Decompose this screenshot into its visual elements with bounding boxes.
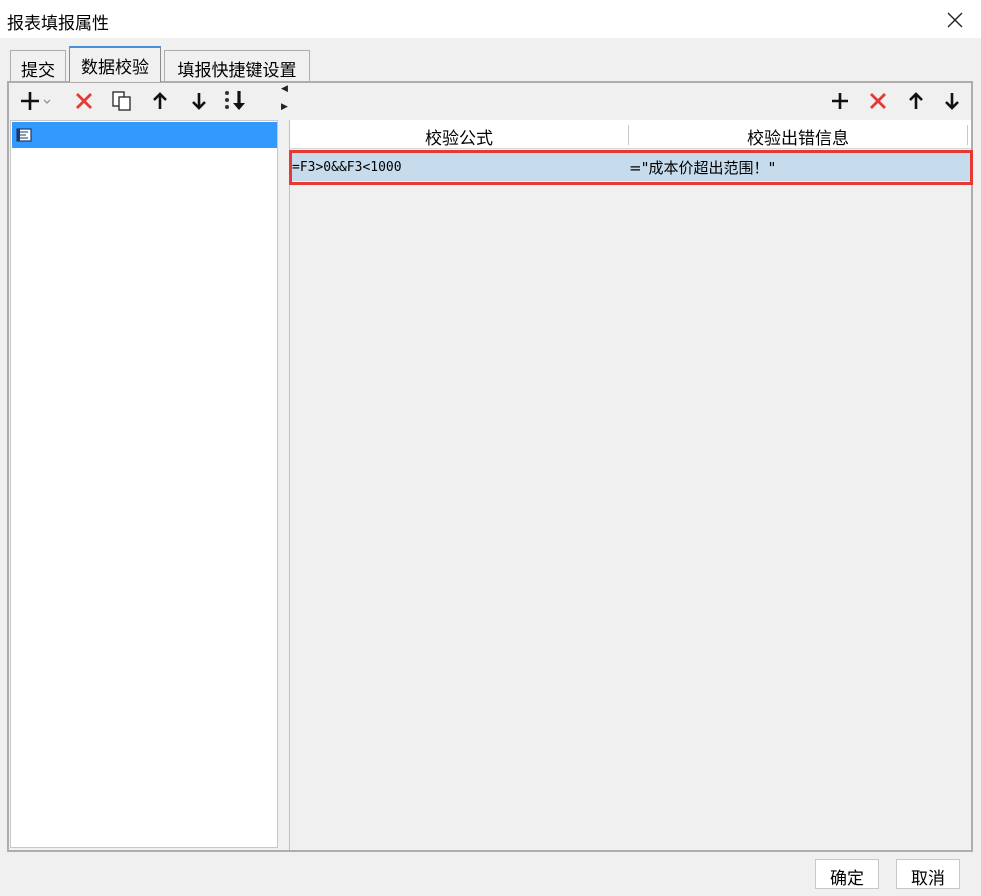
validation-table: 校验公式 校验出错信息 =F3>0&&F3<1000 ="成本价超出范围！" [289,120,971,850]
move-up-icon[interactable] [146,86,174,116]
add-dropdown-icon[interactable] [18,86,54,116]
tab-label: 数据校验 [81,58,149,78]
column-header-error-message[interactable]: 校验出错信息 [629,124,967,149]
title-bar: 报表填报属性 [0,0,981,38]
tab-data-validation[interactable]: 数据校验 [69,46,161,82]
validation-group-list[interactable] [10,120,278,848]
column-header-formula[interactable]: 校验公式 [290,124,628,149]
move-down-icon[interactable] [938,86,966,116]
tab-shortcut-settings[interactable]: 填报快捷键设置 [164,50,310,82]
ok-button-label: 确定 [830,869,864,889]
table-header: 校验公式 校验出错信息 [290,120,971,149]
delete-icon[interactable] [70,86,98,116]
window-title: 报表填报属性 [7,14,109,34]
move-up-icon[interactable] [902,86,930,116]
expand-right-icon[interactable]: ▶ [281,102,288,112]
right-toolbar [820,86,970,118]
panel-splitter[interactable]: ◀ ▶ [279,84,289,850]
ok-button[interactable]: 确定 [815,859,879,889]
move-down-icon[interactable] [185,86,213,116]
table-empty-area[interactable] [290,184,971,848]
left-toolbar [12,86,274,118]
document-icon [16,127,32,142]
tab-label: 提交 [21,61,55,81]
close-icon[interactable] [943,8,967,32]
collapse-left-icon[interactable]: ◀ [281,84,288,94]
move-bottom-icon[interactable] [222,86,250,116]
cancel-button-label: 取消 [911,869,945,889]
tab-submit[interactable]: 提交 [10,50,66,82]
list-item[interactable] [12,122,277,148]
highlight-box [289,150,973,185]
cancel-button[interactable]: 取消 [896,859,960,889]
column-divider[interactable] [967,125,968,145]
add-icon[interactable] [826,86,854,116]
tab-label: 填报快捷键设置 [177,61,297,81]
copy-icon[interactable] [108,86,136,116]
delete-icon[interactable] [864,86,892,116]
